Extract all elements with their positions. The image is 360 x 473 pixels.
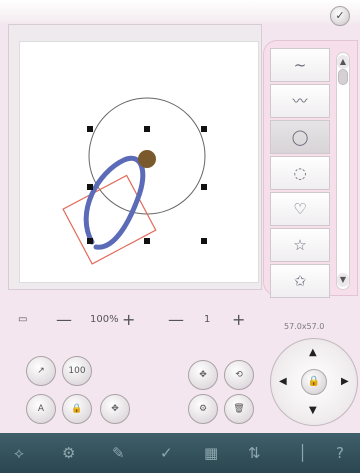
move-button[interactable]: ✥ — [188, 360, 218, 390]
zoom-icon: ▭ — [18, 314, 28, 325]
up-arrow-icon[interactable]: ▲ — [309, 347, 317, 358]
down-arrow-icon[interactable]: ▼ — [309, 405, 317, 416]
editor-frame — [8, 24, 262, 290]
sort-icon[interactable]: ⇅ — [248, 444, 261, 462]
scroll-down-icon[interactable]: ▼ — [337, 273, 349, 287]
home-icon[interactable]: ⟡ — [14, 444, 24, 462]
lock-center-icon[interactable]: 🔒 — [301, 369, 327, 395]
wave-stitch-icon[interactable]: 〰 — [270, 84, 330, 118]
star-outline-icon[interactable]: ✩ — [270, 264, 330, 298]
help-icon[interactable]: ? — [336, 444, 344, 462]
page-number: 1 — [204, 314, 211, 325]
checkmark-icon[interactable]: ✓ — [330, 6, 350, 26]
straight-stitch-icon[interactable]: ~ — [270, 48, 330, 82]
design-size: 57.0x57.0 — [284, 322, 325, 331]
page-prev-button[interactable]: — — [168, 310, 184, 329]
navigation-wheel[interactable]: ▲ ▼ ◀ ▶ 🔒 — [270, 338, 358, 426]
right-arrow-icon[interactable]: ▶ — [341, 376, 349, 387]
stitch-path-button[interactable]: ↗ — [26, 356, 56, 386]
check-icon[interactable]: ✓ — [160, 444, 173, 462]
edit-icon[interactable]: ✎ — [112, 444, 125, 462]
bottom-taskbar: ⟡ ⚙ ✎ ✓ ▦ ⇅ │ ? — [0, 433, 360, 473]
zoom-level: 100% — [90, 314, 119, 325]
design-preview — [62, 97, 207, 265]
oval-shape-icon[interactable]: ◯ — [270, 120, 330, 154]
settings-button[interactable]: ⚙ — [188, 394, 218, 424]
star-shape-icon[interactable]: ☆ — [270, 228, 330, 262]
lock-button[interactable]: 🔒 — [62, 394, 92, 424]
stitch-scrollbar[interactable]: ▲ ▼ — [336, 52, 350, 290]
group-button[interactable]: ✥ — [100, 394, 130, 424]
page-next-button[interactable]: + — [232, 310, 245, 329]
bar-icon[interactable]: │ — [298, 444, 307, 462]
stitch-list: ~ 〰 ◯ ◌ ♡ ☆ ✩ — [270, 48, 330, 298]
heart-shape-icon[interactable]: ♡ — [270, 192, 330, 226]
scale-100-button[interactable]: 100 — [62, 356, 92, 386]
scroll-thumb[interactable] — [338, 69, 348, 85]
zoom-out-button[interactable]: — — [56, 310, 72, 329]
grid-icon[interactable]: ▦ — [204, 444, 218, 462]
delete-button[interactable]: 🗑 — [224, 394, 254, 424]
design-canvas[interactable] — [19, 41, 259, 283]
color-button[interactable]: A — [26, 394, 56, 424]
scroll-up-icon[interactable]: ▲ — [337, 55, 349, 69]
resize-handles — [87, 126, 207, 244]
left-arrow-icon[interactable]: ◀ — [279, 376, 287, 387]
center-marker — [138, 150, 156, 168]
zoom-in-button[interactable]: + — [122, 310, 135, 329]
settings-icon[interactable]: ⚙ — [62, 444, 75, 462]
circle-shape-icon[interactable]: ◌ — [270, 156, 330, 190]
top-toolbar — [0, 0, 360, 24]
zoom-controls: ▭ — 100% + — 1 + — [0, 310, 270, 332]
rotate-button[interactable]: ⟲ — [224, 360, 254, 390]
stitched-loop — [83, 155, 146, 250]
